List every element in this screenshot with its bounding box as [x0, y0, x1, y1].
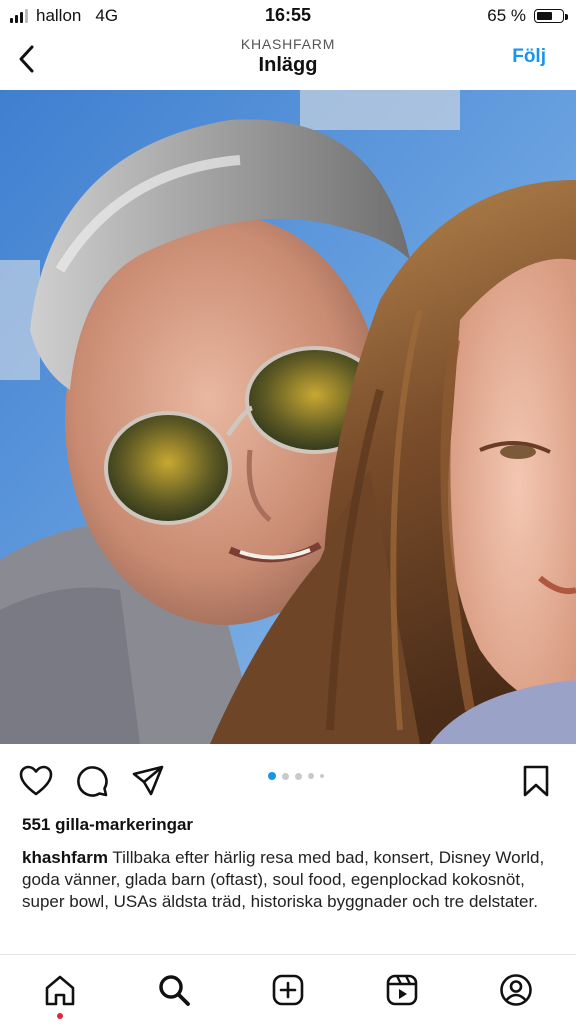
- post-caption: khashfarm Tillbaka efter härlig resa med…: [22, 847, 552, 913]
- post-photo: [0, 90, 576, 744]
- likes-count[interactable]: 551 gilla-markeringar: [22, 815, 193, 835]
- post-actions: [0, 744, 576, 814]
- status-bar: hallon 4G 16:55 65 %: [0, 0, 576, 30]
- comment-icon[interactable]: [75, 764, 109, 798]
- profile-icon[interactable]: [499, 973, 533, 1007]
- carousel-indicator: [268, 772, 324, 780]
- bookmark-icon[interactable]: [519, 764, 553, 798]
- carousel-dot: [308, 773, 314, 779]
- search-icon[interactable]: [157, 973, 191, 1007]
- create-icon[interactable]: [271, 973, 305, 1007]
- heart-icon[interactable]: [19, 764, 53, 798]
- caption-username[interactable]: khashfarm: [22, 848, 108, 867]
- carousel-dot: [282, 772, 289, 780]
- carousel-dot: [268, 772, 276, 780]
- follow-button[interactable]: Följ: [512, 46, 546, 68]
- battery-info: 65 %: [487, 6, 568, 26]
- page-title: Inlägg: [258, 54, 318, 76]
- carousel-dot: [295, 772, 302, 780]
- bottom-nav: [0, 954, 576, 1025]
- notification-dot: [57, 1013, 63, 1019]
- carousel-dot: [320, 774, 324, 778]
- share-icon[interactable]: [131, 764, 165, 798]
- battery-percent: 65 %: [487, 6, 526, 25]
- battery-icon: [534, 9, 568, 23]
- reels-icon[interactable]: [385, 973, 419, 1007]
- account-name: KHASHFARM: [240, 36, 336, 52]
- post-header: KHASHFARM Inlägg Följ: [0, 30, 576, 90]
- post-image[interactable]: [0, 90, 576, 744]
- home-icon[interactable]: [43, 973, 77, 1007]
